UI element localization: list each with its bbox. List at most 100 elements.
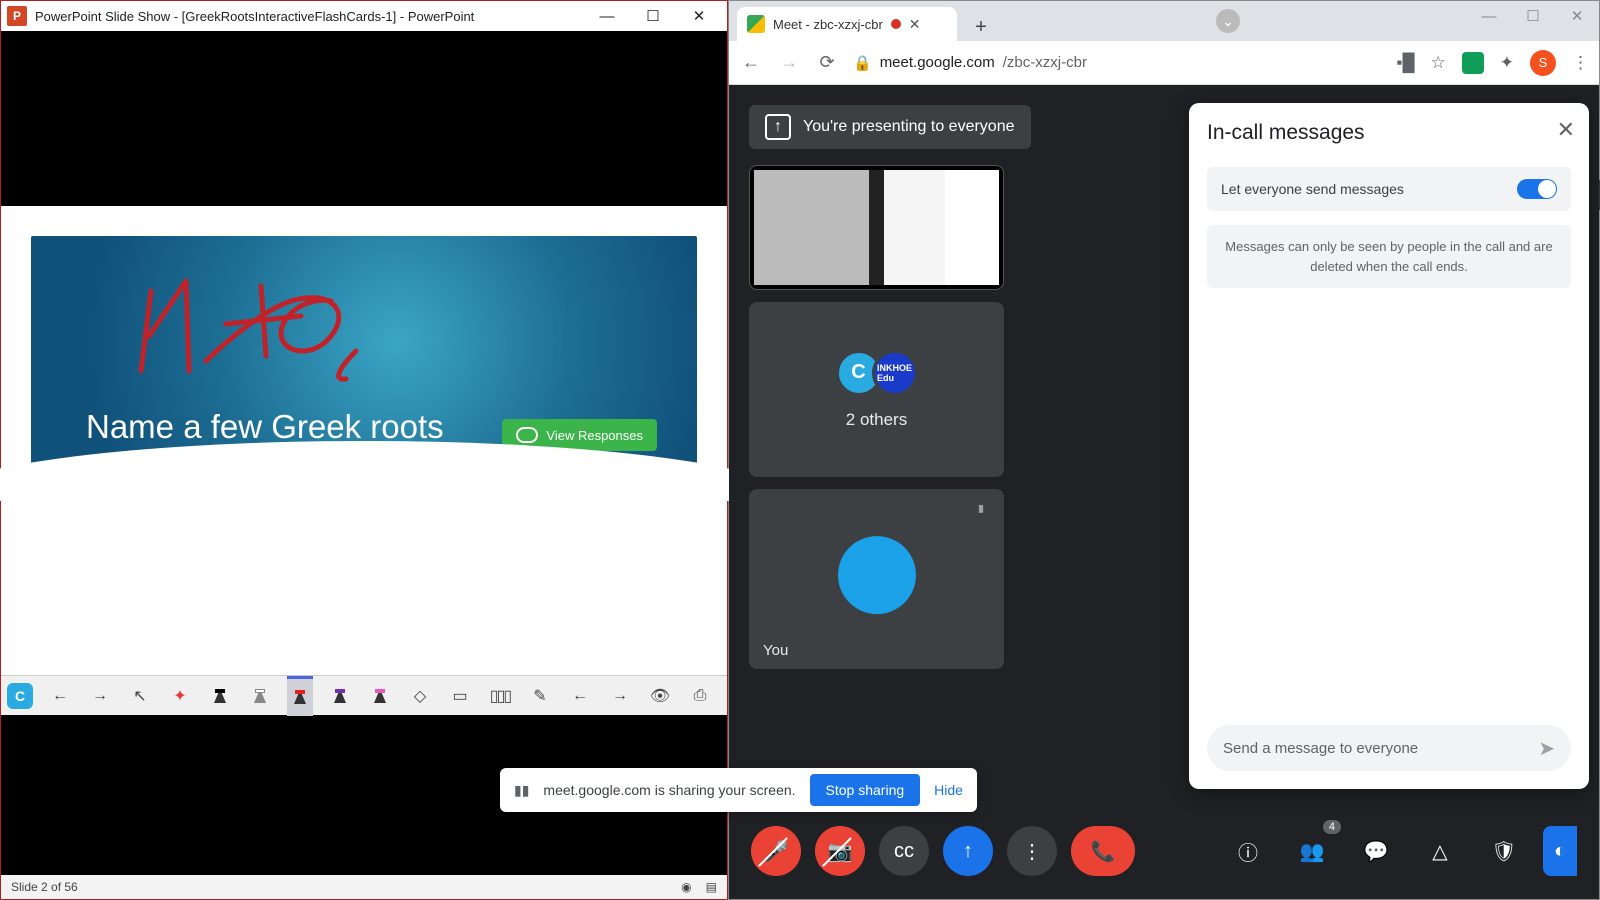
self-tile[interactable]: You bbox=[749, 489, 1004, 669]
captions-button[interactable]: cc bbox=[879, 826, 929, 876]
ink-annotation bbox=[131, 261, 381, 396]
presenting-text: You're presenting to everyone bbox=[803, 118, 1015, 136]
meet-control-bar: 🎤 📷 cc ↑ ⋮ 📞 ⓘ 👥4 💬 △ 🛡 ◐ bbox=[729, 821, 1599, 881]
host-controls-button[interactable]: 🛡 bbox=[1479, 826, 1529, 876]
view-responses-label: View Responses bbox=[546, 428, 643, 443]
chat-placeholder: Send a message to everyone bbox=[1223, 740, 1418, 757]
close-button[interactable]: ✕ bbox=[677, 1, 721, 31]
camera-indicator-icon[interactable]: ▪█ bbox=[1396, 53, 1414, 73]
extension-icon[interactable] bbox=[1462, 52, 1484, 74]
presentation-tile[interactable] bbox=[749, 165, 1004, 290]
export-tool[interactable]: ⎙ bbox=[687, 683, 713, 709]
forward-button[interactable]: → bbox=[777, 52, 801, 73]
powerpoint-icon: P bbox=[7, 6, 27, 26]
url-domain: meet.google.com bbox=[880, 54, 995, 71]
status-icon-1[interactable]: ◉ bbox=[681, 880, 691, 894]
profile-avatar[interactable]: S bbox=[1530, 50, 1556, 76]
pause-share-icon[interactable]: ▮▮ bbox=[514, 782, 529, 799]
chat-input[interactable]: Send a message to everyone ➤ bbox=[1207, 725, 1571, 771]
poll-tool[interactable]: ▯▯▯ bbox=[487, 683, 513, 709]
address-bar: ← → ⟳ 🔒 meet.google.com/zbc-xzxj-cbr ▪█ … bbox=[729, 41, 1599, 85]
pen-purple[interactable] bbox=[327, 683, 353, 709]
next-slide-button[interactable]: → bbox=[87, 683, 113, 709]
recording-indicator-icon bbox=[891, 19, 901, 29]
side-panel-button[interactable]: ◐ bbox=[1543, 826, 1577, 876]
avatar-group: C INKHOEEdu bbox=[836, 350, 918, 396]
chrome-menu-icon[interactable]: ⋮ bbox=[1572, 53, 1589, 73]
browser-tab[interactable]: Meet - zbc-xzxj-cbr ✕ bbox=[737, 7, 957, 41]
ppt-statusbar: Slide 2 of 56 ◉ ▤ bbox=[1, 875, 727, 899]
slideshow-black-top bbox=[1, 31, 727, 206]
let-everyone-label: Let everyone send messages bbox=[1221, 181, 1404, 197]
share-text: meet.google.com is sharing your screen. bbox=[543, 782, 795, 798]
tab-search-button[interactable]: ⌄ bbox=[1216, 9, 1240, 33]
present-screen-icon: ↑ bbox=[765, 114, 791, 140]
tab-strip: Meet - zbc-xzxj-cbr ✕ + ⌄ — ☐ ✕ bbox=[729, 1, 1599, 41]
self-avatar bbox=[838, 536, 916, 614]
activities-button[interactable]: △ bbox=[1415, 826, 1465, 876]
status-icon-2[interactable]: ▤ bbox=[706, 880, 717, 894]
slide-canvas: Name a few Greek roots View Responses bbox=[31, 236, 697, 471]
chrome-window: Meet - zbc-xzxj-cbr ✕ + ⌄ — ☐ ✕ ← → ⟳ 🔒 bbox=[728, 0, 1600, 900]
more-options-button[interactable]: ⋮ bbox=[1007, 826, 1057, 876]
powerpoint-window: P PowerPoint Slide Show - [GreekRootsInt… bbox=[0, 0, 728, 900]
camera-button[interactable]: 📷 bbox=[815, 826, 865, 876]
tab-close-icon[interactable]: ✕ bbox=[909, 16, 921, 33]
lock-icon: 🔒 bbox=[853, 54, 872, 72]
url-path: /zbc-xzxj-cbr bbox=[1003, 54, 1087, 71]
slide-counter: Slide 2 of 56 bbox=[11, 880, 78, 894]
others-label: 2 others bbox=[846, 410, 907, 430]
others-tile[interactable]: C INKHOEEdu 2 others bbox=[749, 302, 1004, 477]
slide-area[interactable]: Name a few Greek roots View Responses bbox=[1, 206, 727, 675]
cloud-icon bbox=[516, 427, 538, 443]
eraser-tool[interactable]: ◇ bbox=[407, 683, 433, 709]
reload-button[interactable]: ⟳ bbox=[815, 52, 839, 73]
chrome-close[interactable]: ✕ bbox=[1555, 1, 1599, 31]
maximize-button[interactable]: ☐ bbox=[631, 1, 675, 31]
back-button[interactable]: ← bbox=[739, 52, 763, 73]
self-muted-icon bbox=[968, 499, 994, 525]
hangup-button[interactable]: 📞 bbox=[1071, 826, 1135, 876]
extensions-menu-icon[interactable]: ✦ bbox=[1500, 53, 1514, 73]
present-button[interactable]: ↑ bbox=[943, 826, 993, 876]
whiteboard-tool[interactable]: ✎ bbox=[527, 683, 553, 709]
visibility-tool[interactable]: 👁 bbox=[647, 683, 673, 709]
cursor-tool[interactable]: ↖ bbox=[127, 683, 153, 709]
new-tab-button[interactable]: + bbox=[967, 13, 995, 41]
presenting-banner: ↑ You're presenting to everyone bbox=[749, 105, 1031, 149]
chat-button[interactable]: 💬 bbox=[1351, 826, 1401, 876]
classpoint-button[interactable]: C bbox=[7, 683, 33, 709]
pen-outline[interactable] bbox=[247, 683, 273, 709]
participant-tiles: C INKHOEEdu 2 others You bbox=[749, 165, 1004, 669]
meet-favicon-icon bbox=[747, 15, 765, 33]
laser-tool[interactable]: ✦ bbox=[167, 683, 193, 709]
nav-right[interactable]: → bbox=[607, 683, 633, 709]
prev-slide-button[interactable]: ← bbox=[47, 683, 73, 709]
ppt-titlebar[interactable]: P PowerPoint Slide Show - [GreekRootsInt… bbox=[1, 1, 727, 31]
minimize-button[interactable]: — bbox=[585, 1, 629, 31]
pen-black[interactable] bbox=[207, 683, 233, 709]
hide-share-button[interactable]: Hide bbox=[934, 782, 963, 798]
presentation-thumbnail bbox=[754, 170, 999, 285]
url-box[interactable]: 🔒 meet.google.com/zbc-xzxj-cbr bbox=[853, 54, 1382, 72]
people-count: 4 bbox=[1323, 820, 1341, 834]
stop-sharing-button[interactable]: Stop sharing bbox=[810, 774, 921, 806]
pen-red[interactable] bbox=[287, 676, 313, 716]
mic-button[interactable]: 🎤 bbox=[751, 826, 801, 876]
tab-title: Meet - zbc-xzxj-cbr bbox=[773, 17, 883, 32]
chrome-top: Meet - zbc-xzxj-cbr ✕ + ⌄ — ☐ ✕ ← → ⟳ 🔒 bbox=[729, 1, 1599, 85]
send-icon[interactable]: ➤ bbox=[1538, 736, 1555, 761]
chat-close-icon[interactable]: ✕ bbox=[1557, 117, 1575, 143]
pen-pink[interactable] bbox=[367, 683, 393, 709]
nav-left[interactable]: ← bbox=[567, 683, 593, 709]
self-label: You bbox=[763, 642, 788, 659]
chrome-maximize[interactable]: ☐ bbox=[1511, 1, 1555, 31]
avatar-2: INKHOEEdu bbox=[872, 350, 918, 396]
meeting-details-button[interactable]: ⓘ bbox=[1223, 826, 1273, 876]
people-button[interactable]: 👥4 bbox=[1287, 826, 1337, 876]
chat-title: In-call messages bbox=[1207, 121, 1571, 145]
let-everyone-toggle[interactable] bbox=[1517, 179, 1557, 199]
present-tool[interactable]: ▭ bbox=[447, 683, 473, 709]
bookmark-icon[interactable]: ☆ bbox=[1431, 53, 1446, 73]
chrome-minimize[interactable]: — bbox=[1467, 1, 1511, 31]
